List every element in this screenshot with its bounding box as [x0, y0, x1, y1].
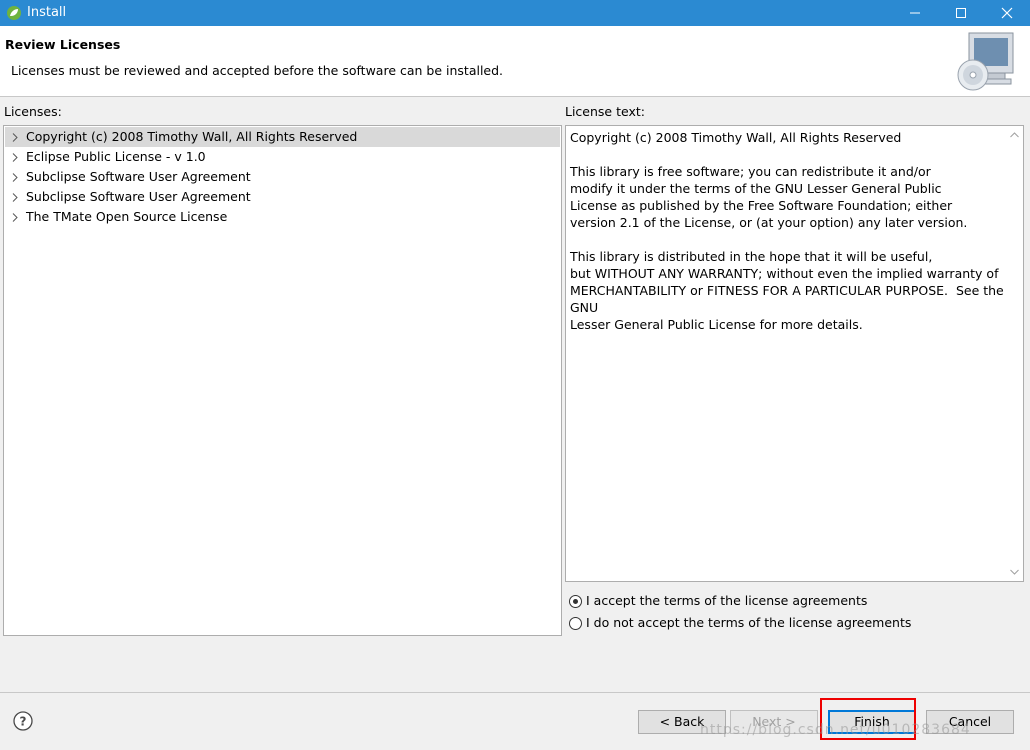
help-icon[interactable]: ?	[13, 711, 33, 731]
maximize-icon	[956, 8, 966, 18]
close-icon	[1001, 7, 1013, 19]
chevron-right-icon[interactable]	[12, 213, 18, 222]
tree-item-label: Subclipse Software User Agreement	[26, 169, 251, 184]
close-button[interactable]	[984, 0, 1030, 26]
svg-text:?: ?	[20, 715, 27, 729]
radio-circle[interactable]	[569, 595, 582, 608]
accept-radio-label[interactable]: I accept the terms of the license agreem…	[586, 593, 867, 608]
tree-item-license[interactable]: Eclipse Public License - v 1.0	[5, 147, 560, 167]
footer-divider	[0, 692, 1030, 693]
tree-item-label: Copyright (c) 2008 Timothy Wall, All Rig…	[26, 129, 358, 144]
tree-item-label: Eclipse Public License - v 1.0	[26, 149, 206, 164]
radio-dot	[573, 599, 578, 604]
chevron-down-icon[interactable]	[1010, 569, 1019, 575]
leaf-icon	[7, 6, 21, 20]
chevron-right-icon[interactable]	[12, 193, 18, 202]
watermark: https://blog.csdn.net/u010283684	[700, 722, 971, 738]
tree-item-license[interactable]: Subclipse Software User Agreement	[5, 187, 560, 207]
tree-item-label: Subclipse Software User Agreement	[26, 189, 251, 204]
maximize-button[interactable]	[938, 0, 984, 26]
page-title: Review Licenses	[5, 37, 121, 52]
wizard-header: Review Licenses Licenses must be reviewe…	[0, 26, 1030, 97]
minimize-button[interactable]	[892, 0, 938, 26]
title-bar: Install	[0, 0, 1030, 26]
tree-item-license[interactable]: Copyright (c) 2008 Timothy Wall, All Rig…	[5, 127, 560, 147]
window-title: Install	[27, 5, 67, 20]
license-text-label: License text:	[565, 104, 645, 119]
page-description: Licenses must be reviewed and accepted b…	[11, 63, 504, 78]
tree-item-license[interactable]: Subclipse Software User Agreement	[5, 167, 560, 187]
chevron-up-icon[interactable]	[1010, 132, 1019, 138]
vertical-scrollbar[interactable]	[1006, 126, 1023, 581]
radio-circle[interactable]	[569, 617, 582, 630]
license-text-content: Copyright (c) 2008 Timothy Wall, All Rig…	[570, 130, 1004, 332]
tree-item-license[interactable]: The TMate Open Source License	[5, 207, 560, 227]
chevron-right-icon[interactable]	[12, 133, 18, 142]
licenses-label: Licenses:	[4, 104, 62, 119]
minimize-icon	[910, 12, 920, 14]
decline-radio-label[interactable]: I do not accept the terms of the license…	[586, 615, 911, 630]
computer-cd-icon	[957, 32, 1014, 91]
chevron-right-icon[interactable]	[12, 173, 18, 182]
chevron-right-icon[interactable]	[12, 153, 18, 162]
license-text-area[interactable]: Copyright (c) 2008 Timothy Wall, All Rig…	[565, 125, 1024, 582]
licenses-tree[interactable]: Copyright (c) 2008 Timothy Wall, All Rig…	[3, 125, 562, 636]
tree-item-label: The TMate Open Source License	[26, 209, 228, 224]
